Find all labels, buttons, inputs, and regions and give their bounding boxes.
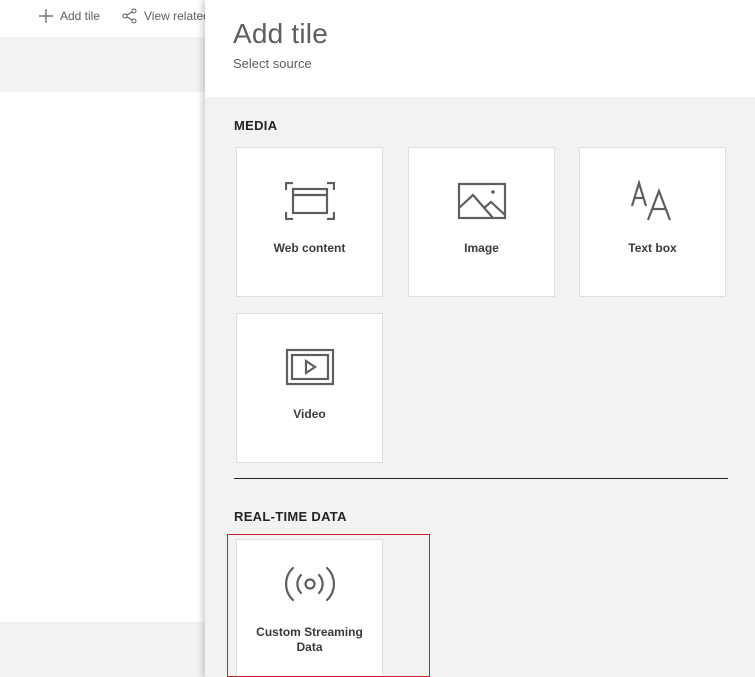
share-icon [122,8,137,24]
panel-subtitle: Select source [233,56,312,71]
panel-header: Add tile Select source [205,0,755,97]
video-icon [285,348,334,386]
view-related-toolbar-button[interactable]: View related [122,8,210,24]
panel-title: Add tile [233,18,328,49]
custom-streaming-data-label: Custom Streaming Data [256,625,363,654]
text-box-icon [630,180,671,221]
web-content-label: Web content [273,241,346,255]
add-tile-toolbar-label: Add tile [60,9,101,23]
image-icon [457,182,506,220]
text-box-tile[interactable]: Text box [579,147,726,297]
media-section-heading: MEDIA [234,118,278,133]
add-tile-panel: Add tile Select source MEDIA Web content [205,0,755,677]
realtime-section-heading: REAL-TIME DATA [234,509,347,524]
section-divider [234,478,728,479]
plus-icon [39,9,53,23]
custom-streaming-data-tile[interactable]: Custom Streaming Data [236,539,383,677]
web-content-icon [284,182,335,220]
text-box-label: Text box [628,241,677,255]
streaming-icon [284,566,335,602]
video-tile[interactable]: Video [236,313,383,463]
web-content-tile[interactable]: Web content [236,147,383,297]
view-related-toolbar-label: View related [144,9,210,23]
image-tile[interactable]: Image [408,147,555,297]
image-label: Image [464,241,499,255]
video-label: Video [293,407,326,421]
add-tile-toolbar-button[interactable]: Add tile [38,8,100,24]
